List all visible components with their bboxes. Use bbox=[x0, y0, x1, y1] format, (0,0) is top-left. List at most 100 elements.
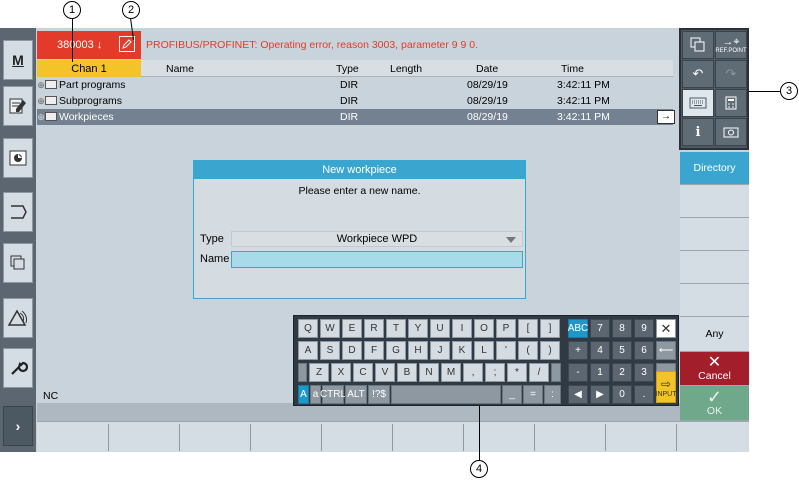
diagnostics-area-button[interactable] bbox=[3, 243, 33, 283]
key-row2-8[interactable]: L bbox=[474, 341, 494, 360]
key-2[interactable]: E bbox=[342, 319, 362, 338]
name-input[interactable] bbox=[231, 251, 523, 268]
key-row3-5[interactable]: N bbox=[419, 363, 439, 382]
key-fill[interactable] bbox=[551, 363, 561, 382]
numpad-key[interactable]: 8 bbox=[612, 319, 632, 338]
softkey-4[interactable] bbox=[680, 251, 749, 284]
softkey-2[interactable] bbox=[680, 185, 749, 218]
tools-area-button[interactable] bbox=[3, 348, 33, 388]
program-manager-area-button[interactable] bbox=[3, 192, 33, 232]
space-key[interactable] bbox=[391, 385, 501, 404]
program-area-button[interactable] bbox=[3, 138, 33, 178]
numpad-key[interactable]: 1 bbox=[590, 363, 610, 382]
key-equals[interactable]: = bbox=[523, 385, 543, 404]
key-10[interactable]: [ bbox=[518, 319, 538, 338]
key-8[interactable]: O bbox=[474, 319, 494, 338]
key-row3-4[interactable]: B bbox=[397, 363, 417, 382]
key-4[interactable]: T bbox=[386, 319, 406, 338]
key-row3-8[interactable]: ; bbox=[485, 363, 505, 382]
numpad-key[interactable]: 6 bbox=[634, 341, 654, 360]
numpad-key[interactable]: + bbox=[568, 341, 588, 360]
key-5[interactable]: Y bbox=[408, 319, 428, 338]
key-shift-left[interactable] bbox=[298, 363, 307, 382]
ctrl-key[interactable]: CTRL bbox=[320, 385, 346, 404]
screenshot-button[interactable] bbox=[715, 118, 747, 146]
key-row2-1[interactable]: S bbox=[320, 341, 340, 360]
key-row3-6[interactable]: M bbox=[441, 363, 461, 382]
key-row2-7[interactable]: K bbox=[452, 341, 472, 360]
key-3[interactable]: R bbox=[364, 319, 384, 338]
key-9[interactable]: P bbox=[496, 319, 516, 338]
numpad-key[interactable]: . bbox=[634, 385, 654, 404]
key-row2-6[interactable]: J bbox=[430, 341, 450, 360]
key-11[interactable]: ] bbox=[540, 319, 560, 338]
numpad-key[interactable]: 5 bbox=[612, 341, 632, 360]
cancel-softkey[interactable]: ✕ Cancel bbox=[680, 352, 749, 386]
alarm-indicator[interactable]: 380003 ↓ bbox=[37, 31, 141, 59]
numpad-key[interactable]: 4 bbox=[590, 341, 610, 360]
key-7[interactable]: I bbox=[452, 319, 472, 338]
key-underscore[interactable]: _ bbox=[502, 385, 522, 404]
expand-icon[interactable]: ⊕ bbox=[37, 80, 45, 91]
redo-button[interactable]: ↷ bbox=[715, 60, 747, 88]
key-row3-3[interactable]: V bbox=[375, 363, 395, 382]
ref-point-button[interactable]: →⌖ REF.POINT bbox=[715, 31, 747, 59]
expand-icon[interactable]: ⊕ bbox=[37, 96, 45, 107]
numpad-key[interactable]: 0 bbox=[612, 385, 632, 404]
key-row2-5[interactable]: H bbox=[408, 341, 428, 360]
directory-softkey[interactable]: Directory bbox=[680, 152, 749, 185]
key-6[interactable]: U bbox=[430, 319, 450, 338]
abc-key[interactable]: ABC bbox=[568, 319, 588, 338]
numpad-key[interactable]: - bbox=[568, 363, 588, 382]
key-colon[interactable]: : bbox=[544, 385, 561, 404]
key-row2-3[interactable]: F bbox=[364, 341, 384, 360]
caps-key[interactable]: A bbox=[298, 385, 309, 404]
table-row[interactable]: ⊕ Subprograms DIR 08/29/19 3:42:11 PM bbox=[37, 93, 673, 109]
keyboard-button[interactable] bbox=[682, 89, 714, 117]
backspace-key[interactable]: ⟵ bbox=[656, 341, 676, 360]
ok-softkey[interactable]: ✓ OK bbox=[680, 386, 749, 421]
machine-area-button[interactable]: M bbox=[3, 40, 33, 80]
type-select[interactable]: Workpiece WPD bbox=[231, 231, 523, 247]
numpad-key[interactable]: ◀ bbox=[568, 385, 588, 404]
info-button[interactable]: i bbox=[682, 118, 714, 146]
numpad-key[interactable]: 3 bbox=[634, 363, 654, 382]
close-keyboard-button[interactable]: ✕ bbox=[656, 319, 676, 338]
key-row3-1[interactable]: X bbox=[331, 363, 351, 382]
key-row2-4[interactable]: G bbox=[386, 341, 406, 360]
ref-point-icon: →⌖ bbox=[722, 35, 740, 48]
more-areas-button[interactable]: › bbox=[3, 406, 33, 446]
key-row3-10[interactable]: / bbox=[529, 363, 549, 382]
numpad-key[interactable]: ▶ bbox=[590, 385, 610, 404]
any-softkey[interactable]: Any bbox=[680, 317, 749, 352]
key-row3-0[interactable]: Z bbox=[309, 363, 329, 382]
table-row[interactable]: ⊕ Part programs DIR 08/29/19 3:42:11 PM bbox=[37, 77, 673, 93]
alt-key[interactable]: ALT bbox=[345, 385, 367, 404]
key-row2-9[interactable]: ' bbox=[496, 341, 516, 360]
key-row3-2[interactable]: C bbox=[353, 363, 373, 382]
undo-button[interactable]: ↶ bbox=[682, 60, 714, 88]
softkey-5[interactable] bbox=[680, 284, 749, 317]
parameter-area-button[interactable] bbox=[3, 86, 33, 126]
numpad-key[interactable]: 7 bbox=[590, 319, 610, 338]
key-row3-7[interactable]: , bbox=[463, 363, 483, 382]
table-row-selected[interactable]: ⊕ Workpieces DIR 08/29/19 3:42:11 PM bbox=[37, 109, 673, 125]
calculator-button[interactable] bbox=[715, 89, 747, 117]
key-row2-10[interactable]: ( bbox=[518, 341, 538, 360]
symbols-key[interactable]: !?$ bbox=[368, 385, 390, 404]
numpad-key[interactable]: 9 bbox=[634, 319, 654, 338]
setup-area-button[interactable] bbox=[3, 298, 33, 338]
window-switch-button[interactable] bbox=[682, 31, 714, 59]
row-arrow-icon[interactable]: → bbox=[657, 110, 675, 124]
key-row2-2[interactable]: D bbox=[342, 341, 362, 360]
numpad-key[interactable]: 2 bbox=[612, 363, 632, 382]
softkey-3[interactable] bbox=[680, 218, 749, 251]
enter-icon: ⇨ bbox=[660, 376, 672, 391]
key-row2-11[interactable]: ) bbox=[540, 341, 560, 360]
expand-icon[interactable]: ⊕ bbox=[37, 112, 45, 123]
key-1[interactable]: W bbox=[320, 319, 340, 338]
input-key[interactable]: ⇨ INPUT bbox=[656, 371, 677, 403]
key-row2-0[interactable]: A bbox=[298, 341, 318, 360]
key-0[interactable]: Q bbox=[298, 319, 318, 338]
key-row3-9[interactable]: * bbox=[507, 363, 527, 382]
